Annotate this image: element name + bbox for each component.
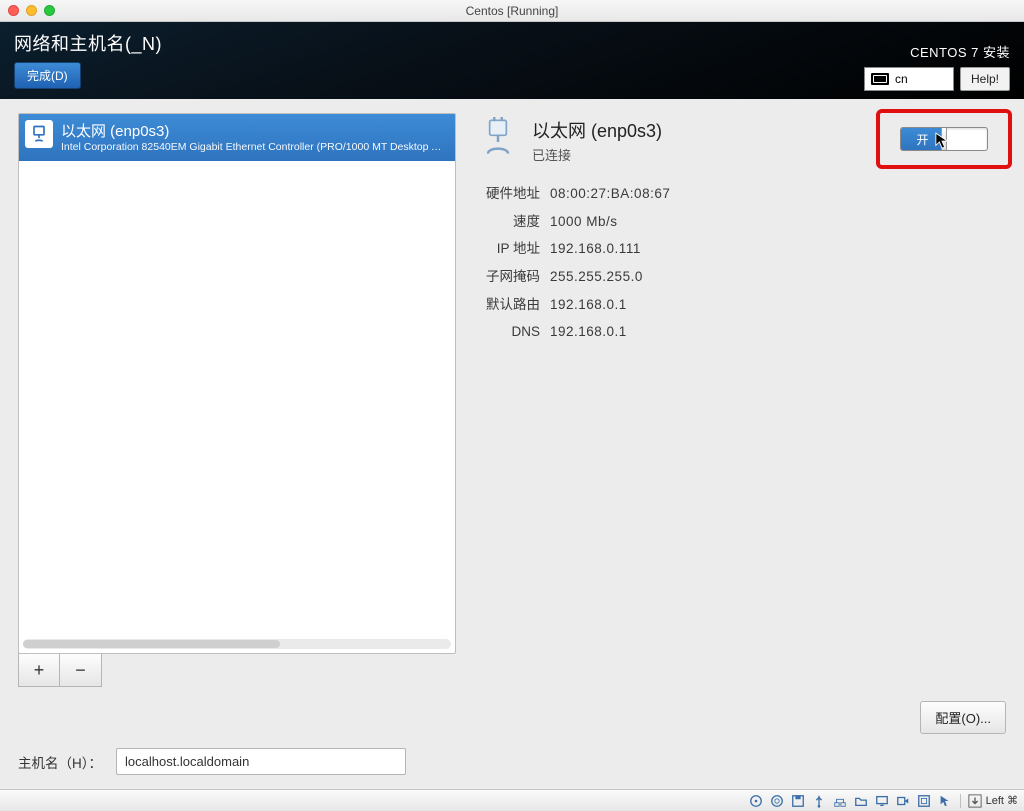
mac-close-button[interactable] — [8, 5, 19, 16]
kv-row: 速度1000 Mb/s — [478, 208, 1006, 236]
connection-toggle[interactable]: 开 — [900, 127, 988, 151]
device-subtitle: Intel Corporation 82540EM Gigabit Ethern… — [61, 141, 447, 153]
mac-titlebar: Centos [Running] — [0, 0, 1024, 22]
hostname-label: 主机名（H）： — [18, 752, 102, 772]
kv-row: 默认路由192.168.0.1 — [478, 291, 1006, 319]
kv-row: 硬件地址08:00:27:BA:08:67 — [478, 180, 1006, 208]
ethernet-plug-icon — [25, 120, 53, 148]
virtualbox-status-bar: Left ⌘ — [0, 789, 1024, 811]
done-button[interactable]: 完成(D) — [14, 62, 81, 89]
vb-network-icon[interactable] — [832, 793, 848, 809]
kv-row: DNS192.168.0.1 — [478, 318, 1006, 346]
help-button[interactable]: Help! — [960, 67, 1010, 91]
device-list-panel: 以太网 (enp0s3) Intel Corporation 82540EM G… — [18, 113, 456, 687]
down-arrow-icon — [968, 794, 982, 808]
ethernet-plug-large-icon — [478, 117, 518, 157]
hostname-row: 主机名（H）： — [18, 748, 1006, 775]
detail-properties: 硬件地址08:00:27:BA:08:67 速度1000 Mb/s IP 地址1… — [478, 180, 1006, 346]
keyboard-icon — [871, 73, 889, 85]
device-title: 以太网 (enp0s3) — [61, 120, 447, 141]
product-label: CENTOS 7 安装 — [910, 42, 1010, 61]
remove-device-button[interactable]: − — [60, 653, 102, 687]
anaconda-header: 网络和主机名(_N) 完成(D) CENTOS 7 安装 cn Help! — [0, 22, 1024, 99]
hostname-input[interactable] — [116, 748, 406, 775]
vb-hostkey-indicator[interactable]: Left ⌘ — [968, 794, 1018, 808]
device-list-scrollbar[interactable] — [23, 639, 451, 649]
keyboard-layout-indicator[interactable]: cn — [864, 67, 954, 91]
vb-optical-icon[interactable] — [769, 793, 785, 809]
add-device-button[interactable]: + — [18, 653, 60, 687]
kv-row: IP 地址192.168.0.111 — [478, 235, 1006, 263]
kv-row: 子网掩码255.255.255.0 — [478, 263, 1006, 291]
toggle-on-label: 开 — [901, 128, 944, 150]
configure-button[interactable]: 配置(O)... — [920, 701, 1006, 734]
vb-hdd-icon[interactable] — [748, 793, 764, 809]
hostkey-label: Left ⌘ — [986, 794, 1018, 807]
vb-video-capture-icon[interactable] — [895, 793, 911, 809]
detail-title: 以太网 (enp0s3) — [532, 117, 662, 143]
window-title: Centos [Running] — [0, 4, 1024, 18]
detail-status: 已连接 — [532, 145, 662, 164]
vb-display-icon[interactable] — [874, 793, 890, 809]
vb-floppy-icon[interactable] — [790, 793, 806, 809]
vb-seamless-icon[interactable] — [916, 793, 932, 809]
device-list-item[interactable]: 以太网 (enp0s3) Intel Corporation 82540EM G… — [19, 114, 455, 161]
toggle-knob — [941, 128, 947, 150]
page-title: 网络和主机名(_N) — [14, 30, 1010, 56]
mac-zoom-button[interactable] — [44, 5, 55, 16]
content-area: 以太网 (enp0s3) Intel Corporation 82540EM G… — [0, 99, 1024, 789]
vb-shared-folder-icon[interactable] — [853, 793, 869, 809]
device-list: 以太网 (enp0s3) Intel Corporation 82540EM G… — [18, 113, 456, 654]
vb-mouse-integration-icon[interactable] — [937, 793, 953, 809]
vb-usb-icon[interactable] — [811, 793, 827, 809]
toggle-highlight-annotation: 开 — [876, 109, 1012, 169]
device-detail-panel: 以太网 (enp0s3) 已连接 开 硬件地址08:00:27:BA:08:67… — [474, 113, 1006, 687]
keyboard-layout-label: cn — [895, 72, 908, 86]
mac-minimize-button[interactable] — [26, 5, 37, 16]
